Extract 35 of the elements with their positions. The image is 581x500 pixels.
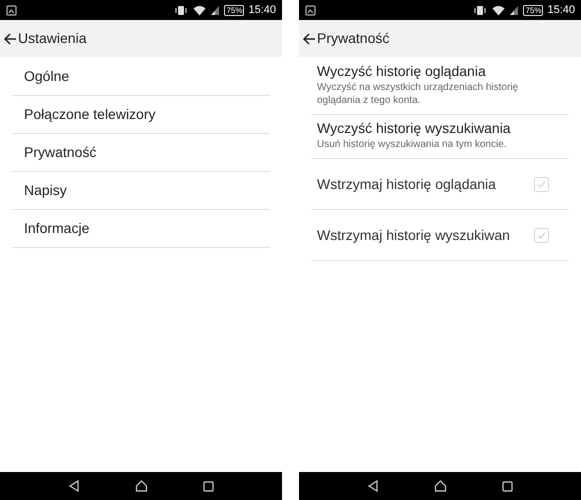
item-title: Wstrzymaj historię oglądania	[317, 174, 496, 194]
back-arrow-icon[interactable]	[302, 32, 316, 46]
signal-icon	[509, 4, 520, 16]
wifi-icon	[193, 4, 206, 16]
item-description: Wyczyść na wszystkich urządzeniach historię oglądania z tego konta.	[317, 81, 520, 107]
vibrate-icon	[175, 4, 188, 16]
settings-item[interactable]: Ogólne	[12, 58, 270, 96]
recents-icon[interactable]	[502, 480, 514, 492]
settings-item[interactable]: Połączone telewizory	[12, 96, 270, 134]
item-title: Wyczyść historię oglądania	[317, 62, 487, 81]
wifi-icon	[492, 4, 506, 16]
back-icon[interactable]	[68, 480, 80, 492]
battery-indicator: 75%	[224, 4, 244, 16]
item-description: Usuń historię wyszukiwania na tym koncie.	[317, 138, 508, 151]
battery-indicator: 75%	[523, 4, 544, 16]
item-title: Wyczyść historię wyszukiwania	[317, 119, 512, 138]
back-arrow-icon[interactable]	[3, 32, 17, 46]
vibrate-icon	[474, 4, 486, 16]
screen-title: Prywatność	[317, 29, 390, 48]
screen-title: Ustawienia	[18, 29, 86, 48]
recents-icon[interactable]	[203, 480, 214, 492]
home-icon[interactable]	[134, 480, 148, 492]
screenshot-icon	[6, 4, 17, 16]
clock: 15:40	[248, 2, 276, 18]
clock: 15:40	[547, 2, 575, 18]
back-icon[interactable]	[366, 480, 379, 492]
settings-item[interactable]: Wyczyść historię wyszukiwania Usuń historię wyszukiwania na tym koncie.	[311, 115, 569, 159]
signal-icon	[210, 4, 220, 16]
settings-item[interactable]: Informacje	[12, 210, 270, 248]
screenshot-icon	[305, 4, 316, 16]
settings-item[interactable]: Napisy	[12, 172, 270, 210]
settings-item[interactable]: Wyczyść historię oglądania Wyczyść na wszystkich urządzeniach historię oglądania z tego konta.	[311, 58, 569, 115]
settings-item[interactable]: Prywatność	[12, 134, 270, 172]
home-icon[interactable]	[434, 480, 447, 492]
item-title: Wstrzymaj historię wyszukiwan	[317, 226, 510, 245]
